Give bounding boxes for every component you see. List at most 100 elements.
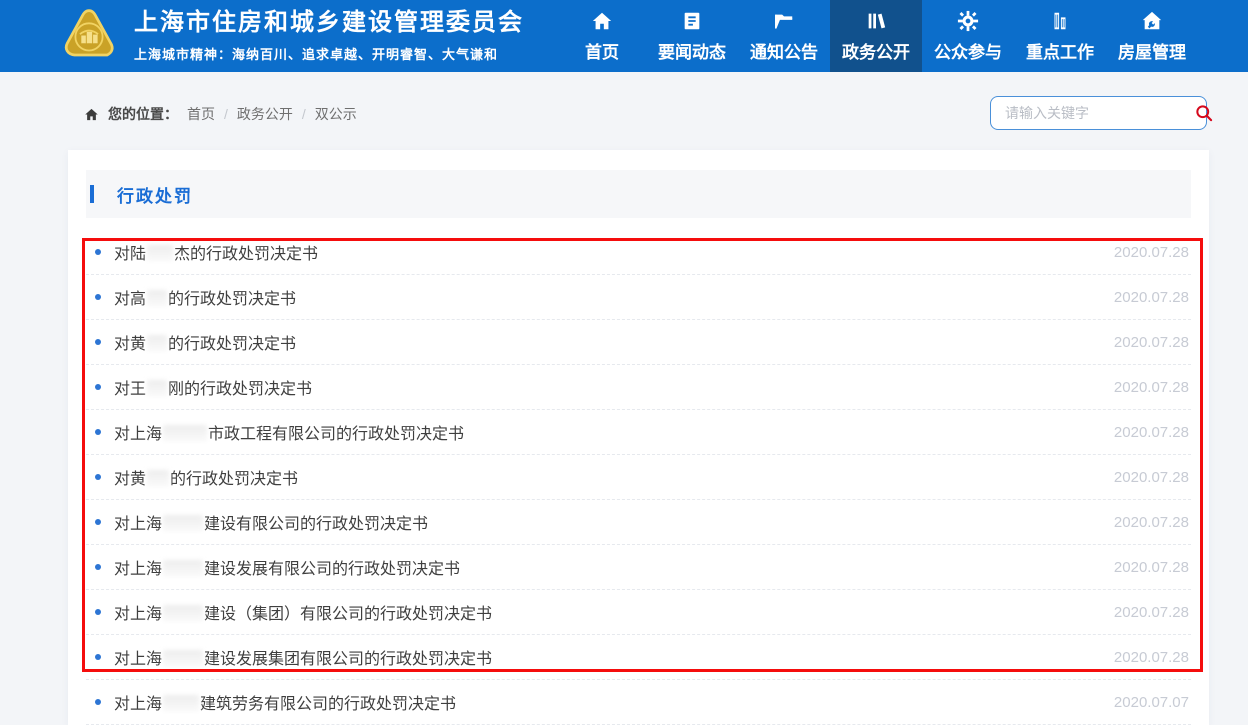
bullet-icon <box>95 654 101 660</box>
breadcrumb-link-dual-publicity[interactable]: 双公示 <box>315 104 357 124</box>
content-card: 行政处罚 对陆 杰的行政处罚决定书 2020.07.28 对高 的行政处罚决定书 2… <box>68 150 1209 725</box>
breadcrumb-separator: / <box>301 106 306 122</box>
redacted-text <box>163 560 204 577</box>
list-item-date: 2020.07.28 <box>1113 558 1189 576</box>
list-item-title[interactable]: 对黄 的行政处罚决定书 <box>114 465 1114 489</box>
site-subtitle: 上海城市精神：海纳百川、追求卓越、开明睿智、大气谦和 <box>134 46 499 62</box>
nav-item-home[interactable]: 首页 <box>558 0 646 72</box>
list-item[interactable]: 对黄 的行政处罚决定书 2020.07.28 <box>86 455 1191 500</box>
list-item-title[interactable]: 对上海 市政工程有限公司的行政处罚决定书 <box>114 420 1114 444</box>
breadcrumb-link-home[interactable]: 首页 <box>187 104 215 124</box>
nav-label: 重点工作 <box>1026 42 1094 62</box>
nav-item-government-affairs[interactable]: 政务公开 <box>830 0 922 72</box>
bullet-icon <box>95 249 101 255</box>
redacted-text <box>147 470 170 487</box>
site-title: 上海市住房和城乡建设管理委员会 <box>134 9 524 37</box>
bullet-icon <box>95 294 101 300</box>
search-input[interactable] <box>991 97 1194 129</box>
redacted-text <box>163 605 204 622</box>
search-box <box>990 96 1213 130</box>
list-item[interactable]: 对上海 建设（集团）有限公司的行政处罚决定书 2020.07.28 <box>86 590 1191 635</box>
redacted-text <box>147 245 174 262</box>
penalty-list: 对陆 杰的行政处罚决定书 2020.07.28 对高 的行政处罚决定书 2020.0… <box>86 230 1191 725</box>
bullet-icon <box>95 339 101 345</box>
redacted-text <box>147 290 168 307</box>
page: 上海市住房和城乡建设管理委员会 上海城市精神：海纳百川、追求卓越、开明睿智、大气… <box>0 0 1248 725</box>
bullet-icon <box>95 474 101 480</box>
nav-label: 政务公开 <box>842 42 910 62</box>
site-brand: 上海市住房和城乡建设管理委员会 上海城市精神：海纳百川、追求卓越、开明睿智、大气… <box>0 7 524 65</box>
nav-item-public-participation[interactable]: 公众参与 <box>922 0 1014 72</box>
bullet-icon <box>95 384 101 390</box>
nav-label: 通知公告 <box>750 42 818 62</box>
redacted-text <box>163 695 200 712</box>
list-item[interactable]: 对高 的行政处罚决定书 2020.07.28 <box>86 275 1191 320</box>
list-item-date: 2020.07.28 <box>1113 243 1189 261</box>
section-header: 行政处罚 <box>86 170 1191 218</box>
list-item[interactable]: 对上海 建设发展有限公司的行政处罚决定书 2020.07.28 <box>86 545 1191 590</box>
list-item-title[interactable]: 对上海 建设发展集团有限公司的行政处罚决定书 <box>114 645 1114 669</box>
redacted-text <box>163 425 208 442</box>
list-item[interactable]: 对上海 建设有限公司的行政处罚决定书 2020.07.28 <box>86 500 1191 545</box>
building-icon <box>1054 12 1066 29</box>
list-item[interactable]: 对上海 建设发展集团有限公司的行政处罚决定书 2020.07.28 <box>86 635 1191 680</box>
bullet-icon <box>95 429 101 435</box>
list-item-date: 2020.07.07 <box>1113 693 1189 711</box>
list-item-title[interactable]: 对上海 建设有限公司的行政处罚决定书 <box>114 510 1114 534</box>
breadcrumb-label: 您的位置： <box>108 106 178 122</box>
home-icon <box>592 12 612 29</box>
bullet-icon <box>95 519 101 525</box>
bullet-icon <box>95 699 101 705</box>
redacted-text <box>147 335 168 352</box>
list-item-title[interactable]: 对上海 建筑劳务有限公司的行政处罚决定书 <box>114 690 1114 714</box>
gear-icon <box>957 10 979 31</box>
redacted-text <box>163 650 204 667</box>
list-item[interactable]: 对黄 的行政处罚决定书 2020.07.28 <box>86 320 1191 365</box>
nav-item-news[interactable]: 要闻动态 <box>646 0 738 72</box>
breadcrumb-separator: / <box>224 106 228 122</box>
list-item-date: 2020.07.28 <box>1113 423 1189 441</box>
folder-icon <box>775 14 793 29</box>
site-titles: 上海市住房和城乡建设管理委员会 上海城市精神：海纳百川、追求卓越、开明睿智、大气… <box>134 9 524 63</box>
search-button[interactable] <box>1194 97 1214 129</box>
list-item-date: 2020.07.28 <box>1113 468 1189 486</box>
list-item-date: 2020.07.28 <box>1113 288 1189 306</box>
redacted-text <box>147 380 168 397</box>
list-item-date: 2020.07.28 <box>1113 378 1189 396</box>
nav-label: 要闻动态 <box>658 42 726 62</box>
bullet-icon <box>95 564 101 570</box>
breadcrumb-home-icon <box>85 108 98 120</box>
list-item-title[interactable]: 对王 刚的行政处罚决定书 <box>114 375 1114 399</box>
books-icon <box>868 13 886 28</box>
news-icon <box>684 12 700 29</box>
agency-logo-icon <box>64 9 114 57</box>
nav-label: 房屋管理 <box>1118 42 1186 62</box>
site-header: 上海市住房和城乡建设管理委员会 上海城市精神：海纳百川、追求卓越、开明睿智、大气… <box>0 0 1248 72</box>
nav-item-key-work[interactable]: 重点工作 <box>1014 0 1106 72</box>
nav-item-notices[interactable]: 通知公告 <box>738 0 830 72</box>
house-tools-icon <box>1142 11 1162 29</box>
list-item-title[interactable]: 对黄 的行政处罚决定书 <box>114 330 1114 354</box>
list-item-date: 2020.07.28 <box>1113 513 1189 531</box>
breadcrumb: 您的位置： 首页 / 政务公开 / 双公示 <box>84 104 357 124</box>
breadcrumb-link-government-affairs[interactable]: 政务公开 <box>237 104 293 124</box>
bullet-icon <box>95 609 101 615</box>
list-item-title[interactable]: 对上海 建设（集团）有限公司的行政处罚决定书 <box>114 600 1114 624</box>
main-nav: 首页 要闻动态 通知公告 政务公开 公众参与 重点工作 房屋管理 <box>558 0 1198 72</box>
nav-item-housing-management[interactable]: 房屋管理 <box>1106 0 1198 72</box>
search-icon <box>1196 105 1213 122</box>
redacted-text <box>163 515 204 532</box>
section-accent-bar <box>90 185 94 203</box>
list-item[interactable]: 对陆 杰的行政处罚决定书 2020.07.28 <box>86 230 1191 275</box>
list-item-date: 2020.07.28 <box>1113 603 1189 621</box>
nav-label: 公众参与 <box>934 42 1002 62</box>
list-item[interactable]: 对上海 建筑劳务有限公司的行政处罚决定书 2020.07.07 <box>86 680 1191 725</box>
list-item-title[interactable]: 对上海 建设发展有限公司的行政处罚决定书 <box>114 555 1114 579</box>
nav-label: 首页 <box>585 42 619 62</box>
list-item[interactable]: 对上海 市政工程有限公司的行政处罚决定书 2020.07.28 <box>86 410 1191 455</box>
list-item-title[interactable]: 对高 的行政处罚决定书 <box>114 285 1114 309</box>
list-item[interactable]: 对王 刚的行政处罚决定书 2020.07.28 <box>86 365 1191 410</box>
list-item-title[interactable]: 对陆 杰的行政处罚决定书 <box>114 240 1114 264</box>
list-item-date: 2020.07.28 <box>1113 333 1189 351</box>
section-title: 行政处罚 <box>117 186 193 206</box>
